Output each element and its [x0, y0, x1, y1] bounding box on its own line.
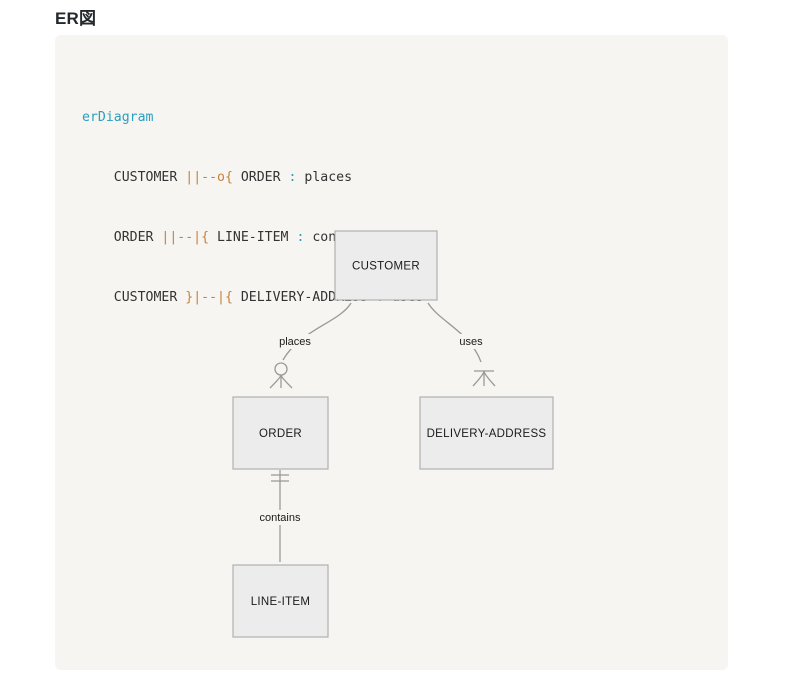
entity-label: LINE-ITEM — [251, 596, 311, 608]
er-entity-order[interactable]: ORDER — [232, 396, 329, 470]
edge-customer-order — [282, 302, 352, 361]
relationship-label-places: places — [279, 336, 311, 348]
marker-places-to — [269, 362, 293, 389]
er-entity-line-item[interactable]: LINE-ITEM — [232, 564, 329, 638]
marker-uses-to — [472, 370, 496, 387]
entity-label: CUSTOMER — [352, 261, 420, 273]
er-entities: CUSTOMER ORDER DELIVERY-ADDRESS LINE-ITEM — [232, 230, 554, 638]
er-diagram: CUSTOMER ORDER DELIVERY-ADDRESS LINE-ITEM p… — [232, 230, 554, 638]
edge-customer-delivery-address — [427, 302, 482, 363]
relationship-label-uses: uses — [459, 336, 483, 348]
entity-label: DELIVERY-ADDRESS — [427, 428, 547, 440]
er-entity-delivery-address[interactable]: DELIVERY-ADDRESS — [419, 396, 554, 470]
er-entity-customer[interactable]: CUSTOMER — [334, 230, 438, 301]
relationship-label-contains: contains — [260, 512, 301, 524]
entity-label: ORDER — [259, 428, 302, 440]
